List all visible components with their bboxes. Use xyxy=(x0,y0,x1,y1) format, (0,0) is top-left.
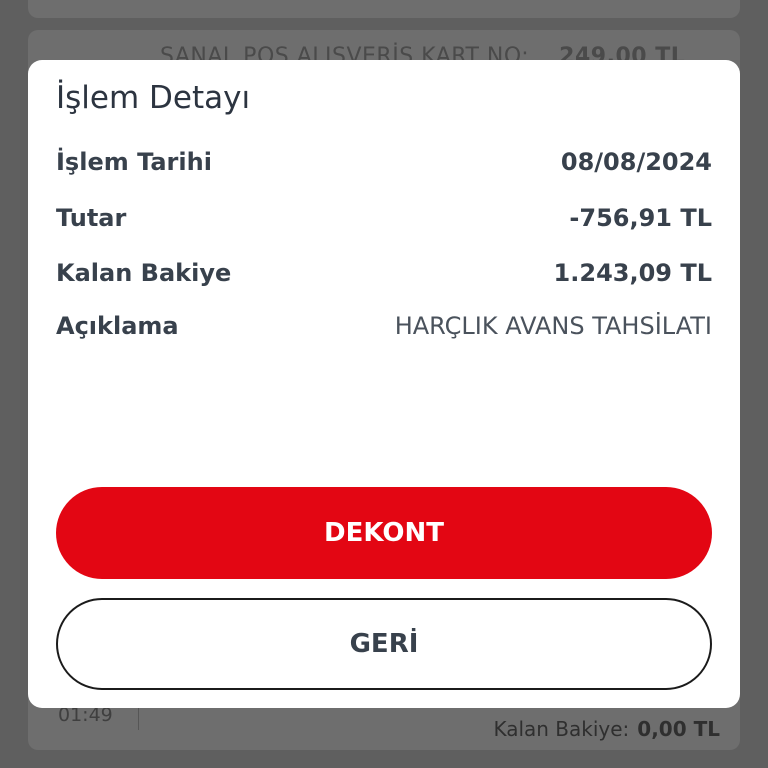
detail-value-amount: -756,91 TL xyxy=(569,204,712,232)
background-balance-label: Kalan Bakiye: xyxy=(493,717,630,741)
detail-label-date: İşlem Tarihi xyxy=(56,148,212,176)
detail-row-amount: Tutar -756,91 TL xyxy=(56,202,712,234)
dialog-title: İşlem Detayı xyxy=(56,80,251,116)
transaction-detail-dialog: İşlem Detayı İşlem Tarihi 08/08/2024 Tut… xyxy=(28,60,740,708)
detail-value-description: HARÇLIK AVANS TAHSİLATI xyxy=(394,312,712,340)
detail-row-balance: Kalan Bakiye 1.243,09 TL xyxy=(56,257,712,289)
detail-label-description: Açıklama xyxy=(56,312,179,340)
receipt-button[interactable]: DEKONT xyxy=(56,487,712,579)
detail-value-balance: 1.243,09 TL xyxy=(553,259,712,287)
back-button[interactable]: GERİ xyxy=(56,598,712,690)
background-balance-value: 0,00 TL xyxy=(637,717,720,741)
background-card-top xyxy=(28,0,740,18)
background-balance: Kalan Bakiye: 0,00 TL xyxy=(493,717,720,741)
detail-row-description: Açıklama HARÇLIK AVANS TAHSİLATI xyxy=(56,310,712,342)
detail-label-balance: Kalan Bakiye xyxy=(56,259,232,287)
detail-row-date: İşlem Tarihi 08/08/2024 xyxy=(56,146,712,178)
detail-value-date: 08/08/2024 xyxy=(560,148,712,176)
detail-label-amount: Tutar xyxy=(56,204,127,232)
